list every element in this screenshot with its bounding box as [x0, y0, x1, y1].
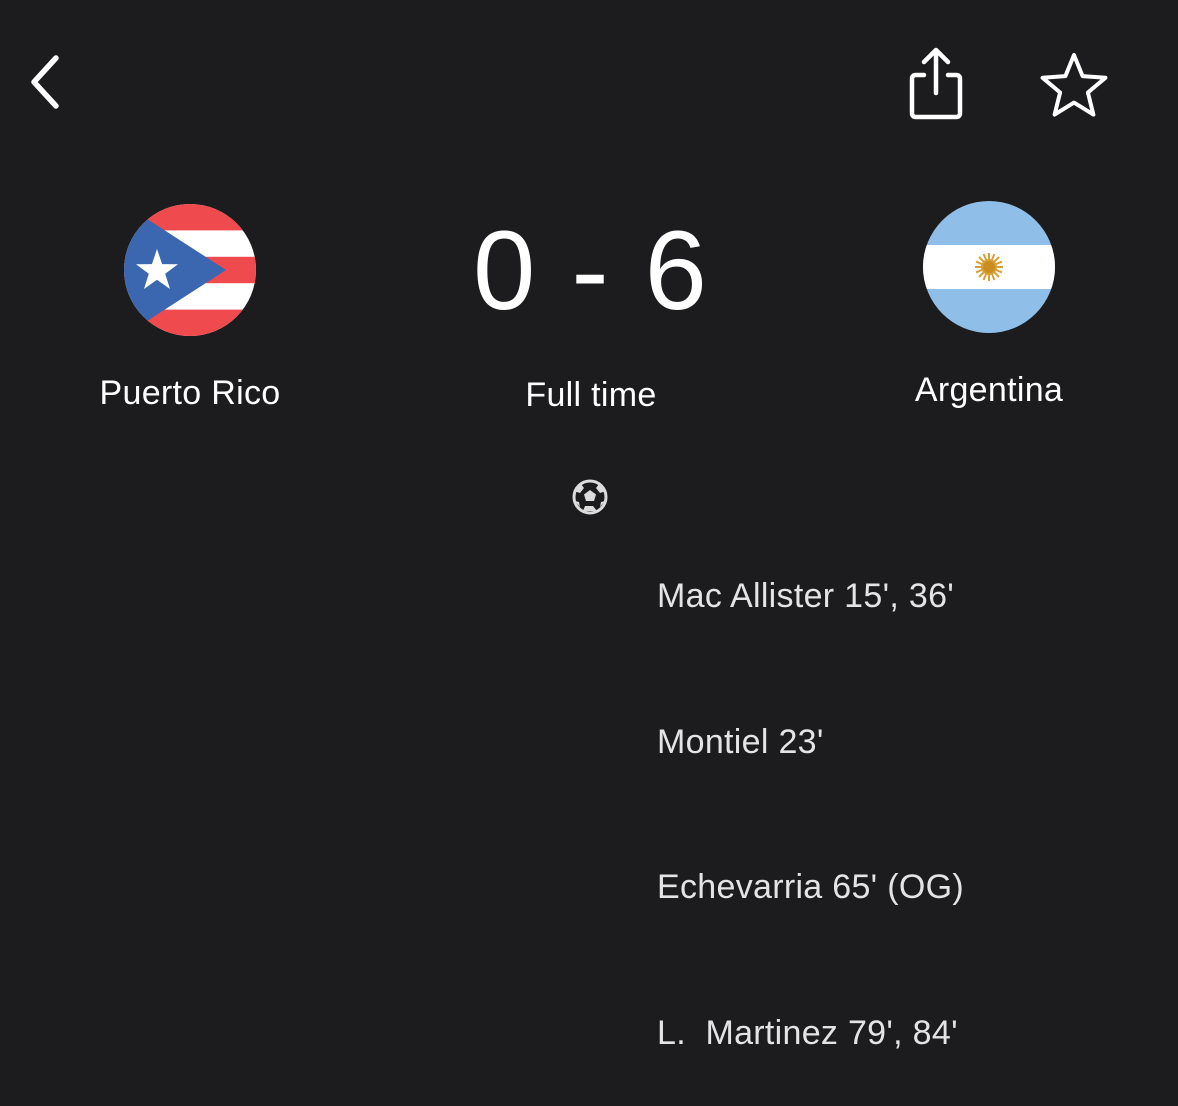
share-icon — [909, 47, 963, 120]
puerto-rico-flag — [124, 204, 256, 336]
away-team-name[interactable]: Argentina — [860, 371, 1118, 410]
favorite-button[interactable] — [1030, 42, 1118, 126]
home-team-name[interactable]: Puerto Rico — [60, 374, 320, 413]
home-score: 0 — [473, 208, 536, 333]
share-button[interactable] — [893, 40, 979, 126]
goal-scorer: Mac Allister 15', 36' — [657, 577, 955, 615]
soccer-ball-icon — [571, 478, 609, 516]
score-separator: - — [571, 208, 609, 333]
goal-scorer: Montiel 23' — [657, 722, 824, 761]
away-score: 6 — [644, 208, 707, 333]
back-button[interactable] — [14, 44, 78, 120]
goal-scorer: L. Martinez 79', 84' — [657, 1013, 958, 1052]
goal-scorers-list: Mac Allister 15', 36' Montiel 23' Echeva… — [657, 475, 964, 1106]
match-status: Full time — [525, 376, 657, 414]
goal-scorer: Echevarria 65' (OG) — [657, 868, 964, 906]
chevron-left-icon — [31, 55, 59, 109]
star-outline-icon — [1040, 53, 1108, 117]
argentina-flag — [923, 201, 1055, 333]
match-score: 0 - 6 — [430, 206, 750, 336]
